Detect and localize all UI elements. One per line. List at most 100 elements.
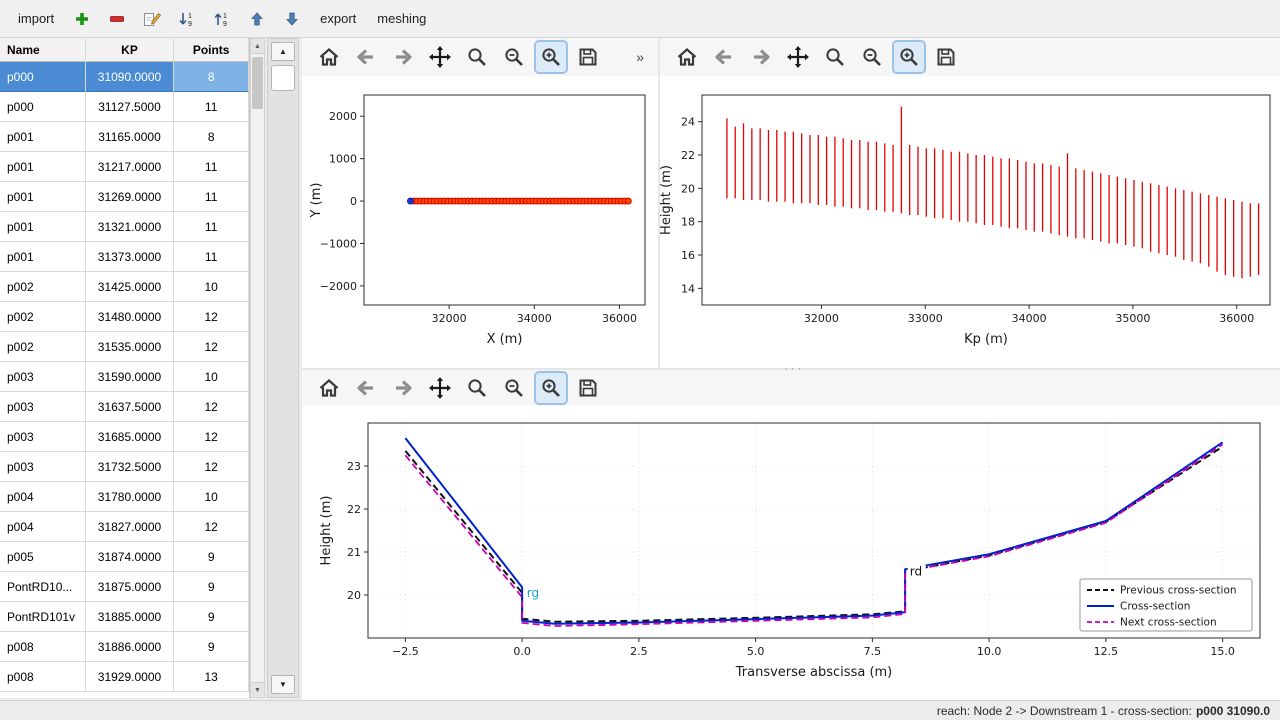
cell-name: p003 [0, 452, 86, 482]
meshing-button[interactable]: meshing [373, 7, 430, 30]
add-icon[interactable] [71, 9, 93, 29]
navigation-thumb[interactable] [271, 65, 295, 91]
toolbar-overflow-chevron[interactable]: » [634, 49, 646, 65]
pan-icon[interactable] [783, 42, 813, 72]
scroll-up-icon[interactable]: ▲ [251, 39, 264, 54]
table-row[interactable]: p00231425.000010 [0, 272, 249, 302]
navigate-up-button[interactable]: ▲ [271, 42, 295, 61]
cell-points: 11 [174, 212, 249, 242]
cross-section-table-body: p00031090.00008p00031127.500011p00131165… [0, 62, 249, 692]
back-icon[interactable] [351, 373, 381, 403]
sort-descending-icon[interactable]: 19 [211, 9, 233, 29]
zoom-out-icon[interactable] [499, 373, 529, 403]
zoom-rect-icon[interactable] [536, 373, 566, 403]
cell-points: 12 [174, 302, 249, 332]
cell-points: 9 [174, 572, 249, 602]
back-icon[interactable] [709, 42, 739, 72]
cell-points: 11 [174, 152, 249, 182]
scrollbar-thumb[interactable] [252, 57, 263, 109]
cell-points: 8 [174, 122, 249, 152]
zoom-rect-icon[interactable] [536, 42, 566, 72]
forward-icon[interactable] [388, 42, 418, 72]
save-icon[interactable] [573, 373, 603, 403]
pan-icon[interactable] [425, 42, 455, 72]
svg-text:0: 0 [350, 195, 357, 208]
table-row[interactable]: p00131373.000011 [0, 242, 249, 272]
export-button[interactable]: export [316, 7, 360, 30]
zoom-icon[interactable] [820, 42, 850, 72]
table-row[interactable]: p00331732.500012 [0, 452, 249, 482]
pan-icon[interactable] [425, 373, 455, 403]
forward-icon[interactable] [746, 42, 776, 72]
table-row[interactable]: p00331590.000010 [0, 362, 249, 392]
status-cross-section: p000 31090.0 [1196, 704, 1270, 718]
navigate-down-button[interactable]: ▼ [271, 675, 295, 694]
cell-kp: 31535.0000 [86, 332, 175, 362]
zoom-icon[interactable] [462, 373, 492, 403]
profile-plot[interactable]: 3200033000340003500036000141618202224Kp … [660, 76, 1280, 368]
table-row[interactable]: p00431780.000010 [0, 482, 249, 512]
svg-text:−2000: −2000 [320, 280, 357, 293]
app-toolbar: import 19 19 export meshing [0, 0, 1280, 38]
svg-text:1: 1 [188, 13, 192, 20]
edit-icon[interactable] [141, 9, 163, 29]
cell-name: p008 [0, 662, 86, 692]
back-icon[interactable] [351, 42, 381, 72]
mpl-toolbar [660, 38, 1280, 76]
svg-text:2.5: 2.5 [630, 645, 648, 658]
xy-plot[interactable]: 320003400036000−2000−1000010002000X (m)Y… [302, 76, 658, 368]
splitter-handle[interactable]: ··· [784, 363, 804, 375]
table-row[interactable]: p00031090.00008 [0, 62, 249, 92]
zoom-icon[interactable] [462, 42, 492, 72]
table-row[interactable]: p00131269.000011 [0, 182, 249, 212]
save-icon[interactable] [573, 42, 603, 72]
table-row[interactable]: p00831929.000013 [0, 662, 249, 692]
home-icon[interactable] [672, 42, 702, 72]
zoom-out-icon[interactable] [857, 42, 887, 72]
table-row[interactable]: p00331637.500012 [0, 392, 249, 422]
column-header-points[interactable]: Points [174, 38, 249, 62]
application-window: import 19 19 export meshing Name KP Poin… [0, 0, 1280, 720]
zoom-out-icon[interactable] [499, 42, 529, 72]
table-row[interactable]: p00131217.000011 [0, 152, 249, 182]
table-row[interactable]: p00231535.000012 [0, 332, 249, 362]
svg-text:35000: 35000 [1115, 312, 1150, 325]
column-header-kp[interactable]: KP [86, 38, 175, 62]
svg-text:16: 16 [681, 249, 695, 262]
cell-kp: 31886.0000 [86, 632, 175, 662]
table-row[interactable]: p00431827.000012 [0, 512, 249, 542]
scroll-down-icon[interactable]: ▼ [251, 682, 264, 697]
cell-name: p001 [0, 152, 86, 182]
home-icon[interactable] [314, 373, 344, 403]
cell-points: 11 [174, 242, 249, 272]
move-up-icon[interactable] [246, 9, 268, 29]
zoom-rect-icon[interactable] [894, 42, 924, 72]
forward-icon[interactable] [388, 373, 418, 403]
cross-section-plot[interactable]: rgrd−2.50.02.55.07.510.012.515.020212223… [302, 406, 1280, 693]
sort-ascending-icon[interactable]: 19 [176, 9, 198, 29]
table-row[interactable]: PontRD10...31875.00009 [0, 572, 249, 602]
cell-kp: 31165.0000 [86, 122, 175, 152]
table-row[interactable]: p00831886.00009 [0, 632, 249, 662]
import-button[interactable]: import [14, 7, 58, 30]
remove-icon[interactable] [106, 9, 128, 29]
svg-text:Y (m): Y (m) [309, 183, 324, 219]
table-row[interactable]: p00131165.00008 [0, 122, 249, 152]
table-row[interactable]: p00131321.000011 [0, 212, 249, 242]
move-down-icon[interactable] [281, 9, 303, 29]
home-icon[interactable] [314, 42, 344, 72]
save-icon[interactable] [931, 42, 961, 72]
row-navigation-strip: ▲ ▼ [267, 38, 299, 698]
table-row[interactable]: p00231480.000012 [0, 302, 249, 332]
cell-kp: 31480.0000 [86, 302, 175, 332]
table-row[interactable]: p00531874.00009 [0, 542, 249, 572]
table-row[interactable]: p00331685.000012 [0, 422, 249, 452]
table-scrollbar[interactable]: ▲ ▼ [250, 38, 265, 698]
cell-name: p005 [0, 542, 86, 572]
cross-section-table: Name KP Points p00031090.00008p00031127.… [0, 38, 250, 698]
cell-points: 10 [174, 272, 249, 302]
svg-text:X (m): X (m) [487, 332, 523, 347]
table-row[interactable]: p00031127.500011 [0, 92, 249, 122]
table-row[interactable]: PontRD101v31885.00009 [0, 602, 249, 632]
column-header-name[interactable]: Name [0, 38, 86, 62]
